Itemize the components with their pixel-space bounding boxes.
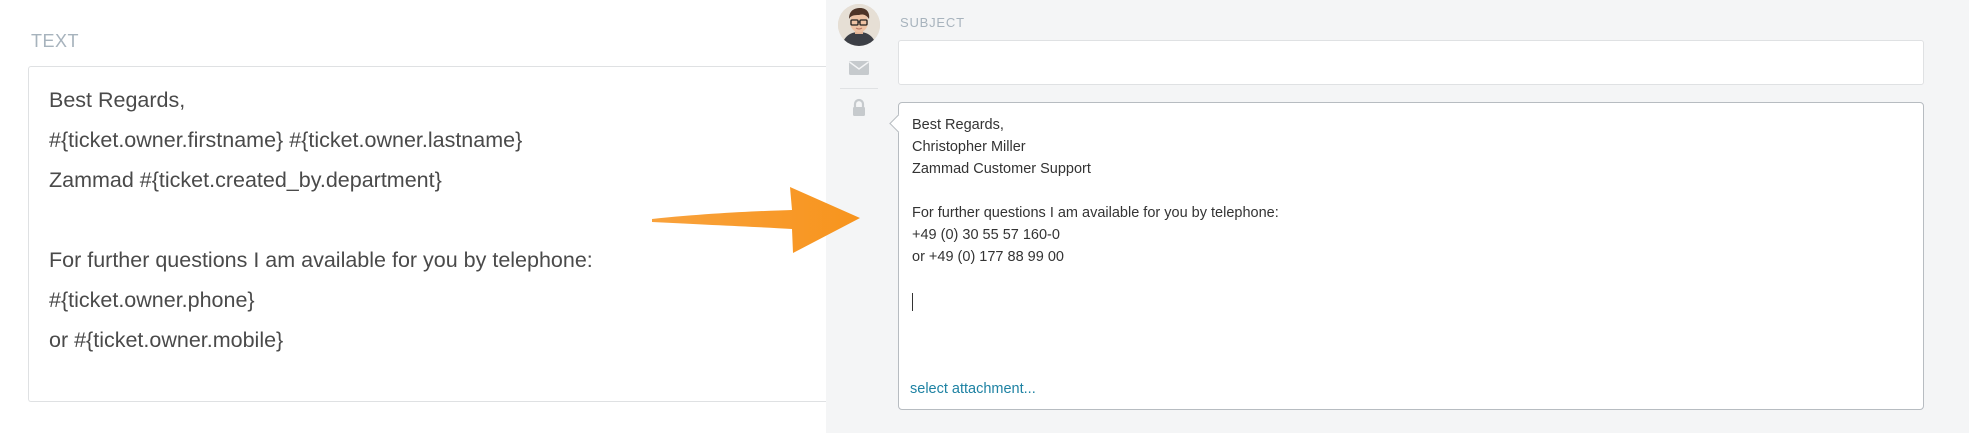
subject-label: SUBJECT bbox=[900, 15, 965, 30]
body-line: For further questions I am available for… bbox=[912, 205, 1279, 221]
body-line: Best Regards, bbox=[912, 117, 1004, 133]
template-line: For further questions I am available for… bbox=[49, 248, 593, 272]
avatar[interactable] bbox=[838, 4, 880, 46]
editor-pointer bbox=[889, 114, 908, 133]
avatar-image bbox=[838, 4, 880, 46]
signature-body-lines: Best Regards, Christopher Miller Zammad … bbox=[912, 114, 1279, 268]
text-label: TEXT bbox=[31, 31, 80, 51]
signature-template-lines: Best Regards, #{ticket.owner.firstname} … bbox=[49, 80, 593, 360]
select-attachment-link[interactable]: select attachment... bbox=[910, 381, 1036, 397]
subject-input[interactable] bbox=[898, 40, 1924, 85]
body-line: or +49 (0) 177 88 99 00 bbox=[912, 249, 1064, 265]
lock-icon[interactable] bbox=[848, 98, 870, 123]
template-line: Best Regards, bbox=[49, 88, 186, 112]
body-line: +49 (0) 30 55 57 160-0 bbox=[912, 227, 1060, 243]
article-body-editor[interactable]: Best Regards, Christopher Miller Zammad … bbox=[889, 102, 1924, 410]
divider bbox=[840, 88, 878, 89]
body-line: Christopher Miller bbox=[912, 139, 1026, 155]
template-line: #{ticket.owner.phone} bbox=[49, 288, 255, 312]
template-line bbox=[49, 200, 593, 240]
template-line: #{ticket.owner.firstname} #{ticket.owner… bbox=[49, 128, 523, 152]
text-caret bbox=[912, 293, 913, 311]
template-line: Zammad #{ticket.created_by.department} bbox=[49, 168, 442, 192]
orange-arrow-icon bbox=[652, 187, 860, 253]
article-composer-panel: SUBJECT Best Regards, Christopher Miller… bbox=[826, 0, 1969, 433]
template-line: or #{ticket.owner.mobile} bbox=[49, 328, 284, 352]
envelope-icon[interactable] bbox=[848, 60, 870, 81]
body-line bbox=[912, 180, 1279, 202]
body-line: Zammad Customer Support bbox=[912, 161, 1091, 177]
